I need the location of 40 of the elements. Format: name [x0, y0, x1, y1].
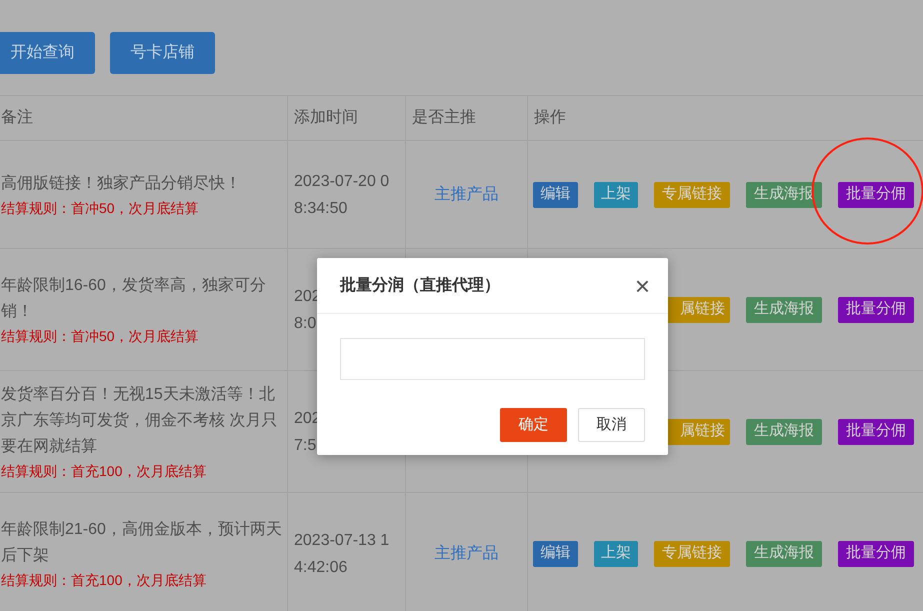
- action-button[interactable]: 编辑: [533, 540, 578, 566]
- column-header: 是否主推: [412, 108, 476, 128]
- settlement-rule: 结算规则：首冲50，次月底结算: [1, 198, 200, 218]
- input-field[interactable]: [340, 338, 645, 380]
- close-button[interactable]: ×: [634, 272, 650, 298]
- cancel-button[interactable]: 取消: [578, 408, 645, 442]
- action-button[interactable]: 批量分佣: [838, 296, 914, 322]
- action-button[interactable]: 专属链接: [654, 182, 730, 208]
- added-time: 8:34:50: [294, 198, 348, 218]
- featured-link[interactable]: 主推产品: [434, 182, 498, 206]
- action-button[interactable]: 批量分佣: [838, 182, 914, 208]
- action-button[interactable]: 专属链接: [654, 540, 730, 566]
- column-header: 备注: [1, 108, 33, 128]
- added-time: 2023-07-13 1: [294, 530, 390, 550]
- added-time: 8:0: [294, 314, 318, 334]
- action-button[interactable]: 批量分佣: [838, 540, 914, 566]
- action-button[interactable]: 批量分佣: [838, 418, 914, 444]
- column-header: 添加时间: [294, 108, 358, 128]
- column-header: 操作: [534, 108, 566, 128]
- settlement-rule: 结算规则：首冲50，次月底结算: [1, 326, 200, 346]
- note-text: 发货率百分百！无视15天未激活等！北京广东等均可发货，佣金不考核 次月只要在网就结算: [1, 384, 278, 456]
- toolbar-button[interactable]: 开始查询: [0, 32, 95, 74]
- added-time: 2023-07-20 0: [294, 172, 390, 192]
- action-button[interactable]: 生成海报: [746, 540, 822, 566]
- featured-link[interactable]: 主推产品: [434, 542, 498, 566]
- note-text: 年龄限制21-60，高佣金版本，预计两天后下架: [1, 520, 283, 566]
- action-button[interactable]: 上架: [594, 182, 638, 208]
- action-button[interactable]: 生成海报: [746, 296, 822, 322]
- added-time: 4:42:06: [294, 558, 348, 578]
- action-button[interactable]: 编辑: [533, 182, 578, 208]
- action-button[interactable]: 上架: [594, 540, 638, 566]
- confirm-button[interactable]: 确定: [500, 408, 567, 442]
- dialog-title: 批量分润（直推代理）: [340, 275, 500, 296]
- added-time: 7:5: [294, 436, 318, 456]
- note-text: 高佣版链接！独家产品分销尽快！: [1, 174, 242, 194]
- action-button[interactable]: 生成海报: [746, 418, 822, 444]
- settlement-rule: 结算规则：首充100，次月底结算: [1, 462, 208, 480]
- note-text: 年龄限制16-60，发货率高，独家可分销！: [1, 276, 267, 322]
- settlement-rule: 结算规则：首充100，次月底结算: [1, 570, 208, 590]
- toolbar-button[interactable]: 号卡店铺: [110, 32, 215, 74]
